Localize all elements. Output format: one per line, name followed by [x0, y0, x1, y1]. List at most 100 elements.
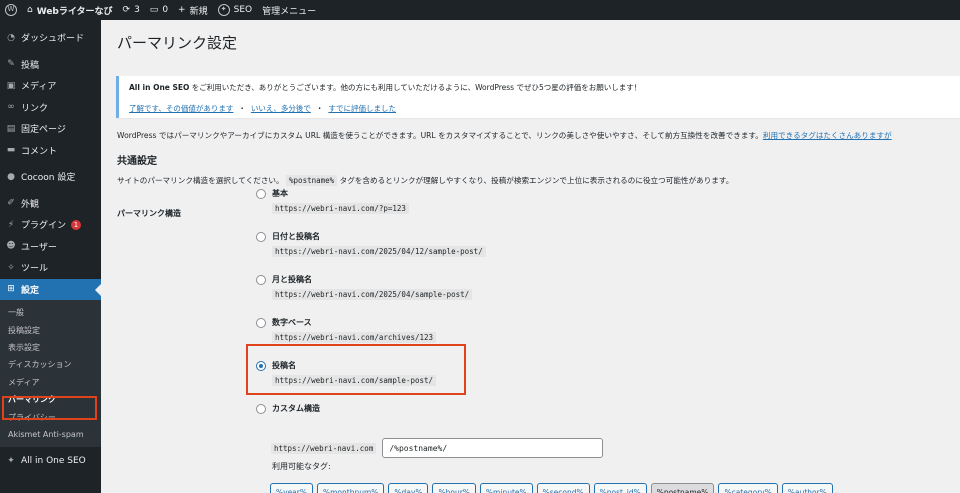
submenu-writing[interactable]: 投稿設定	[0, 321, 101, 338]
media-icon: ▣	[6, 80, 16, 91]
comment-icon: ▭	[149, 5, 159, 15]
settings-icon: ⊞	[7, 284, 15, 295]
submenu-discussion[interactable]: ディスカッション	[0, 356, 101, 373]
menu-label: 外観	[21, 199, 40, 210]
notice-link-rate[interactable]: 了解です、その価値があります	[129, 103, 233, 114]
desc-code: %postname%	[286, 175, 338, 186]
tag-button[interactable]: %category%	[718, 483, 778, 493]
tag-button[interactable]: %postname%	[650, 483, 715, 493]
menu-label: ダッシュボード	[21, 34, 85, 45]
menu-label: ツール	[21, 264, 49, 275]
user-icon: ☻	[6, 241, 16, 252]
updates-link[interactable]: ⟳ 3	[118, 0, 145, 20]
option-example: https://webri-navi.com/2025/04/12/sample…	[272, 246, 486, 257]
custom-structure: https://webri-navi.com	[271, 438, 604, 458]
tag-button[interactable]: %post_id%	[593, 483, 647, 493]
menu-aioseo[interactable]: ✦ All in One SEO	[0, 450, 101, 472]
site-name-link[interactable]: ⌂ Webライターなび	[22, 0, 118, 20]
notice-separator: ・	[238, 104, 246, 113]
intro-body: WordPress ではパーマリンクやアーカイブにカスタム URL 構造を使うこ…	[117, 131, 763, 140]
home-icon: ⌂	[27, 5, 33, 15]
comments-link[interactable]: ▭ 0	[145, 0, 173, 20]
cocoon-icon: ●	[7, 171, 15, 182]
wordpress-icon: W	[5, 4, 17, 16]
submenu-media[interactable]: メディア	[0, 374, 101, 391]
option-month-name[interactable]: 月と投稿名 https://webri-navi.com/2025/04/sam…	[256, 274, 473, 300]
tag-button[interactable]: %monthnum%	[317, 483, 385, 493]
option-label: 数字ベース	[272, 318, 312, 327]
option-post-name[interactable]: 投稿名 https://webri-navi.com/sample-post/	[256, 360, 437, 386]
aioseo-review-notice: All in One SEO をご利用いただき、ありがとうございます。他の方にも…	[116, 76, 960, 118]
notice-separator: ・	[315, 104, 324, 113]
option-label: カスタム構造	[272, 404, 320, 413]
plugin-icon: ⚡	[7, 219, 15, 230]
menu-posts[interactable]: ✎ 投稿	[0, 54, 101, 76]
menu-label: 設定	[21, 285, 40, 296]
menu-links[interactable]: ∞ リンク	[0, 97, 101, 119]
notice-link-later[interactable]: いいえ、多分後で	[251, 103, 311, 114]
admin-menu-link[interactable]: 管理メニュー	[257, 0, 321, 20]
menu-label: リンク	[21, 103, 49, 114]
option-plain[interactable]: 基本 https://webri-navi.com/?p=123	[256, 188, 409, 214]
menu-users[interactable]: ☻ ユーザー	[0, 236, 101, 258]
custom-structure-input[interactable]	[382, 438, 604, 458]
menu-comments[interactable]: ▬ コメント	[0, 140, 101, 162]
menu-label: プラグイン	[21, 221, 67, 232]
option-example: https://webri-navi.com/archives/123	[272, 332, 437, 343]
settings-submenu: 一般 投稿設定 表示設定 ディスカッション メディア パーマリンク プライバシー…	[0, 300, 101, 448]
submenu-reading[interactable]: 表示設定	[0, 339, 101, 356]
menu-settings[interactable]: ⊞ 設定	[0, 278, 101, 300]
aioseo-icon: ✦	[217, 4, 230, 16]
tag-button[interactable]: %second%	[536, 483, 590, 493]
intro-tags-link[interactable]: 利用できるタグはたくさんありますが	[763, 131, 892, 140]
menu-label: 投稿	[21, 60, 40, 71]
seo-link[interactable]: ✦ SEO	[213, 0, 257, 20]
desc-post: タグを含めるとリンクが理解しやすくなり、投稿が検索エンジンで上位に表示されるのに…	[337, 176, 734, 185]
menu-pages[interactable]: ▤ 固定ページ	[0, 118, 101, 140]
option-day-name[interactable]: 日付と投稿名 https://webri-navi.com/2025/04/12…	[256, 231, 486, 257]
submenu-privacy[interactable]: プライバシー	[0, 408, 101, 425]
site-name: Webライターなび	[36, 6, 113, 17]
new-content-link[interactable]: + 新規	[173, 0, 213, 20]
option-custom[interactable]: カスタム構造	[256, 403, 320, 414]
tag-button[interactable]: %minute%	[479, 483, 533, 493]
notice-brand: All in One SEO	[129, 83, 190, 92]
radio-plain[interactable]	[256, 188, 266, 199]
menu-media[interactable]: ▣ メディア	[0, 75, 101, 97]
menu-cocoon[interactable]: ● Cocoon 設定	[0, 166, 101, 188]
tag-button[interactable]: %day%	[388, 483, 429, 493]
menu-label: 固定ページ	[21, 125, 66, 136]
tag-button[interactable]: %year%	[270, 483, 313, 493]
aioseo-icon: ✦	[7, 455, 15, 466]
option-label: 月と投稿名	[272, 275, 312, 284]
admin-bar: W ⌂ Webライターなび ⟳ 3 ▭ 0 + 新規 ✦ SEO 管理メニュー	[0, 0, 960, 20]
submenu-general[interactable]: 一般	[0, 304, 101, 321]
comments-count: 0	[162, 5, 169, 15]
available-tags: %year% %monthnum% %day% %hour% %minute% …	[270, 483, 833, 493]
radio-numeric[interactable]	[256, 317, 266, 328]
radio-custom[interactable]	[256, 403, 266, 414]
notice-link-done[interactable]: すでに評価しました	[328, 103, 396, 114]
tag-button[interactable]: %hour%	[432, 483, 476, 493]
dashboard-icon: ◔	[7, 32, 15, 43]
radio-post-name[interactable]	[256, 360, 266, 371]
plus-icon: +	[178, 5, 186, 15]
radio-month-name[interactable]	[256, 274, 266, 285]
menu-tools[interactable]: ✧ ツール	[0, 257, 101, 279]
menu-dashboard[interactable]: ◔ ダッシュボード	[0, 27, 101, 49]
option-numeric[interactable]: 数字ベース https://webri-navi.com/archives/12…	[256, 317, 437, 343]
updates-count: 3	[134, 5, 140, 15]
page-icon: ▤	[6, 123, 16, 134]
menu-appearance[interactable]: ✐ 外観	[0, 193, 101, 215]
pin-icon: ✎	[7, 59, 15, 70]
wordpress-logo[interactable]: W	[0, 0, 22, 20]
wrench-icon: ✧	[7, 262, 15, 273]
admin-menu-label: 管理メニュー	[262, 6, 317, 17]
custom-prefix: https://webri-navi.com	[271, 442, 377, 454]
submenu-akismet[interactable]: Akismet Anti-spam	[0, 426, 101, 443]
submenu-permalinks[interactable]: パーマリンク	[0, 391, 101, 408]
menu-plugins[interactable]: ⚡ プラグイン 1	[0, 214, 101, 236]
intro-text: WordPress ではパーマリンクやアーカイブにカスタム URL 構造を使うこ…	[117, 130, 892, 141]
radio-day-name[interactable]	[256, 231, 266, 242]
tag-button[interactable]: %author%	[781, 483, 833, 493]
